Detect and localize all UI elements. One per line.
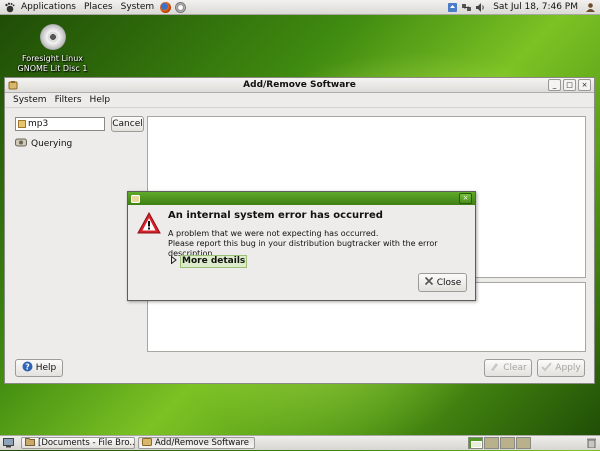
warning-icon — [137, 211, 161, 237]
more-details-expander[interactable]: More details — [171, 255, 248, 268]
system-menu[interactable]: System — [117, 0, 159, 14]
query-status: Querying — [15, 137, 72, 150]
mail-launcher-icon[interactable] — [175, 1, 187, 13]
taskbar-item-label: [Documents - File Bro... — [38, 438, 135, 448]
minimize-button[interactable]: _ — [548, 79, 561, 91]
svg-text:?: ? — [25, 363, 30, 372]
status-text: Querying — [31, 138, 73, 149]
close-x-icon — [424, 276, 434, 289]
dialog-message-line1: A problem that we were not expecting has… — [168, 229, 379, 238]
menu-help[interactable]: Help — [86, 95, 115, 105]
clear-button[interactable]: Clear — [484, 359, 532, 377]
dialog-close-button[interactable]: Close — [418, 273, 467, 292]
window-menubar: System Filters Help — [5, 93, 594, 108]
dialog-app-icon[interactable] — [131, 194, 140, 203]
user-switcher-icon[interactable] — [585, 2, 596, 13]
clock[interactable]: Sat Jul 18, 7:46 PM — [489, 2, 582, 12]
workspace-3[interactable] — [500, 437, 515, 449]
top-panel: Applications Places System Sat Jul 18, 7… — [0, 0, 600, 15]
folder-icon — [25, 438, 35, 448]
cd-disc-icon — [39, 24, 66, 50]
network-icon[interactable] — [461, 2, 472, 13]
window-title: Add/Remove Software — [243, 80, 356, 90]
volume-icon[interactable] — [475, 2, 486, 13]
apply-label: Apply — [555, 363, 581, 373]
desktop-icon-label-line1: Foresight Linux — [21, 54, 84, 63]
help-label: Help — [35, 363, 57, 373]
desktop-disc-icon[interactable]: Foresight Linux GNOME Lit Disc 1 — [15, 24, 90, 74]
show-desktop-icon[interactable] — [3, 438, 14, 451]
dialog-titlebar[interactable]: × — [128, 192, 475, 205]
error-dialog: × An internal system error has occurred … — [127, 191, 476, 301]
dialog-heading: An internal system error has occurred — [168, 210, 383, 221]
dialog-close-icon[interactable]: × — [459, 193, 472, 204]
workspace-1[interactable] — [468, 437, 483, 449]
more-details-label: More details — [180, 255, 248, 268]
cancel-label: Cancel — [112, 119, 143, 129]
close-icon: × — [581, 81, 588, 89]
search-field-icon — [18, 120, 26, 128]
places-menu[interactable]: Places — [80, 0, 117, 14]
clear-icon — [489, 361, 500, 375]
apply-button[interactable]: Apply — [537, 359, 585, 377]
maximize-icon: □ — [566, 81, 573, 89]
taskbar-item-label: Add/Remove Software — [155, 438, 249, 448]
workspace-2[interactable] — [484, 437, 499, 449]
maximize-button[interactable]: □ — [563, 79, 576, 91]
dialog-close-label: Close — [436, 277, 462, 288]
taskbar-item-add-remove[interactable]: Add/Remove Software — [138, 437, 255, 449]
update-notifier-icon[interactable] — [447, 2, 458, 13]
trash-icon[interactable] — [587, 438, 596, 451]
bottom-panel: [Documents - File Bro... Add/Remove Soft… — [0, 435, 600, 450]
window-titlebar[interactable]: Add/Remove Software _ □ × — [5, 78, 594, 93]
querying-icon — [15, 137, 27, 150]
apply-icon — [541, 361, 553, 375]
clear-label: Clear — [503, 363, 527, 373]
expander-arrow-icon — [171, 255, 177, 267]
help-button[interactable]: ? Help — [15, 359, 63, 377]
search-input[interactable]: mp3 — [15, 117, 105, 131]
menu-system[interactable]: System — [9, 95, 51, 105]
applications-menu[interactable]: Applications — [17, 0, 80, 14]
package-icon — [142, 438, 152, 448]
minimize-icon: _ — [552, 81, 557, 89]
close-window-button[interactable]: × — [578, 79, 591, 91]
taskbar-item-file-browser[interactable]: [Documents - File Bro... — [21, 437, 135, 449]
cancel-button[interactable]: Cancel — [111, 116, 144, 132]
search-value: mp3 — [28, 119, 49, 129]
gnome-foot-icon — [3, 1, 15, 13]
system-tray: Sat Jul 18, 7:46 PM — [447, 2, 600, 13]
workspace-4[interactable] — [516, 437, 531, 449]
firefox-launcher-icon[interactable] — [160, 1, 172, 13]
workspace-window-preview — [471, 441, 482, 448]
help-icon: ? — [22, 361, 33, 375]
desktop-icon-label-line2: GNOME Lit Disc 1 — [17, 64, 88, 73]
menu-filters[interactable]: Filters — [51, 95, 86, 105]
